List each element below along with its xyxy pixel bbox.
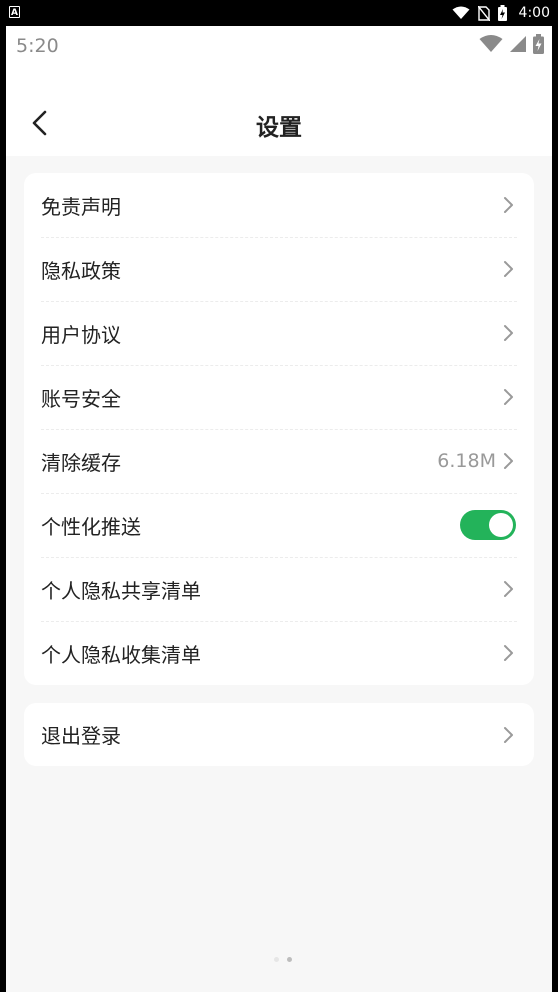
settings-item-label: 免责声明 [41,194,121,219]
settings-item-clear-cache[interactable]: 清除缓存 6.18M [24,429,534,493]
settings-item-personalized-push: 个性化推送 [24,493,534,557]
settings-item-disclaimer[interactable]: 免责声明 [24,173,534,237]
app-screen: 5:20 设置 免责声明 隐私政策 用户协议 账号安全 清除缓存 6.18M 个… [6,26,552,992]
page-indicator [274,957,292,962]
logout-label: 退出登录 [41,724,121,748]
settings-item-label: 清除缓存 [41,450,121,475]
app-status-bar: 5:20 [6,26,552,70]
wifi-icon [452,6,470,19]
settings-item-label: 账号安全 [41,386,121,411]
page-dot [274,957,279,962]
wifi-icon [479,35,503,52]
logout-button[interactable]: 退出登录 [24,703,534,766]
settings-item-label: 用户协议 [41,322,121,347]
notification-app-icon: A [9,6,20,18]
page-header: 设置 [6,70,552,156]
settings-item-user-agreement[interactable]: 用户协议 [24,301,534,365]
settings-item-privacy-sharing-list[interactable]: 个人隐私共享清单 [24,557,534,621]
chevron-right-icon [504,389,513,405]
signal-icon [510,36,526,52]
chevron-right-icon [504,453,513,469]
system-clock: 4:00 [518,5,550,21]
chevron-right-icon [504,261,513,277]
settings-card: 免责声明 隐私政策 用户协议 账号安全 清除缓存 6.18M 个性化推送 个人隐 [24,173,534,685]
cache-size-value: 6.18M [437,450,496,472]
settings-item-label: 隐私政策 [41,258,121,283]
logout-card: 退出登录 [24,703,534,766]
chevron-right-icon [504,325,513,341]
toggle-knob [489,513,513,537]
system-status-icons: 4:00 [452,2,550,24]
page-title: 设置 [256,115,302,141]
page-dot-active [287,957,292,962]
chevron-right-icon [504,581,513,597]
battery-charging-icon [497,5,507,21]
no-sim-icon [477,5,490,21]
settings-item-account-security[interactable]: 账号安全 [24,365,534,429]
app-clock: 5:20 [16,35,59,57]
chevron-right-icon [504,197,513,213]
chevron-right-icon [504,645,513,661]
settings-item-label: 个性化推送 [41,514,141,539]
system-status-bar: A 4:00 [0,0,558,26]
settings-item-label: 个人隐私共享清单 [41,578,201,603]
chevron-right-icon [504,726,513,743]
personalized-push-toggle[interactable] [460,510,516,540]
settings-item-privacy-policy[interactable]: 隐私政策 [24,237,534,301]
app-status-icons [479,34,544,54]
settings-item-label: 个人隐私收集清单 [41,642,201,667]
battery-charging-icon [533,34,544,54]
settings-item-privacy-collection-list[interactable]: 个人隐私收集清单 [24,621,534,685]
